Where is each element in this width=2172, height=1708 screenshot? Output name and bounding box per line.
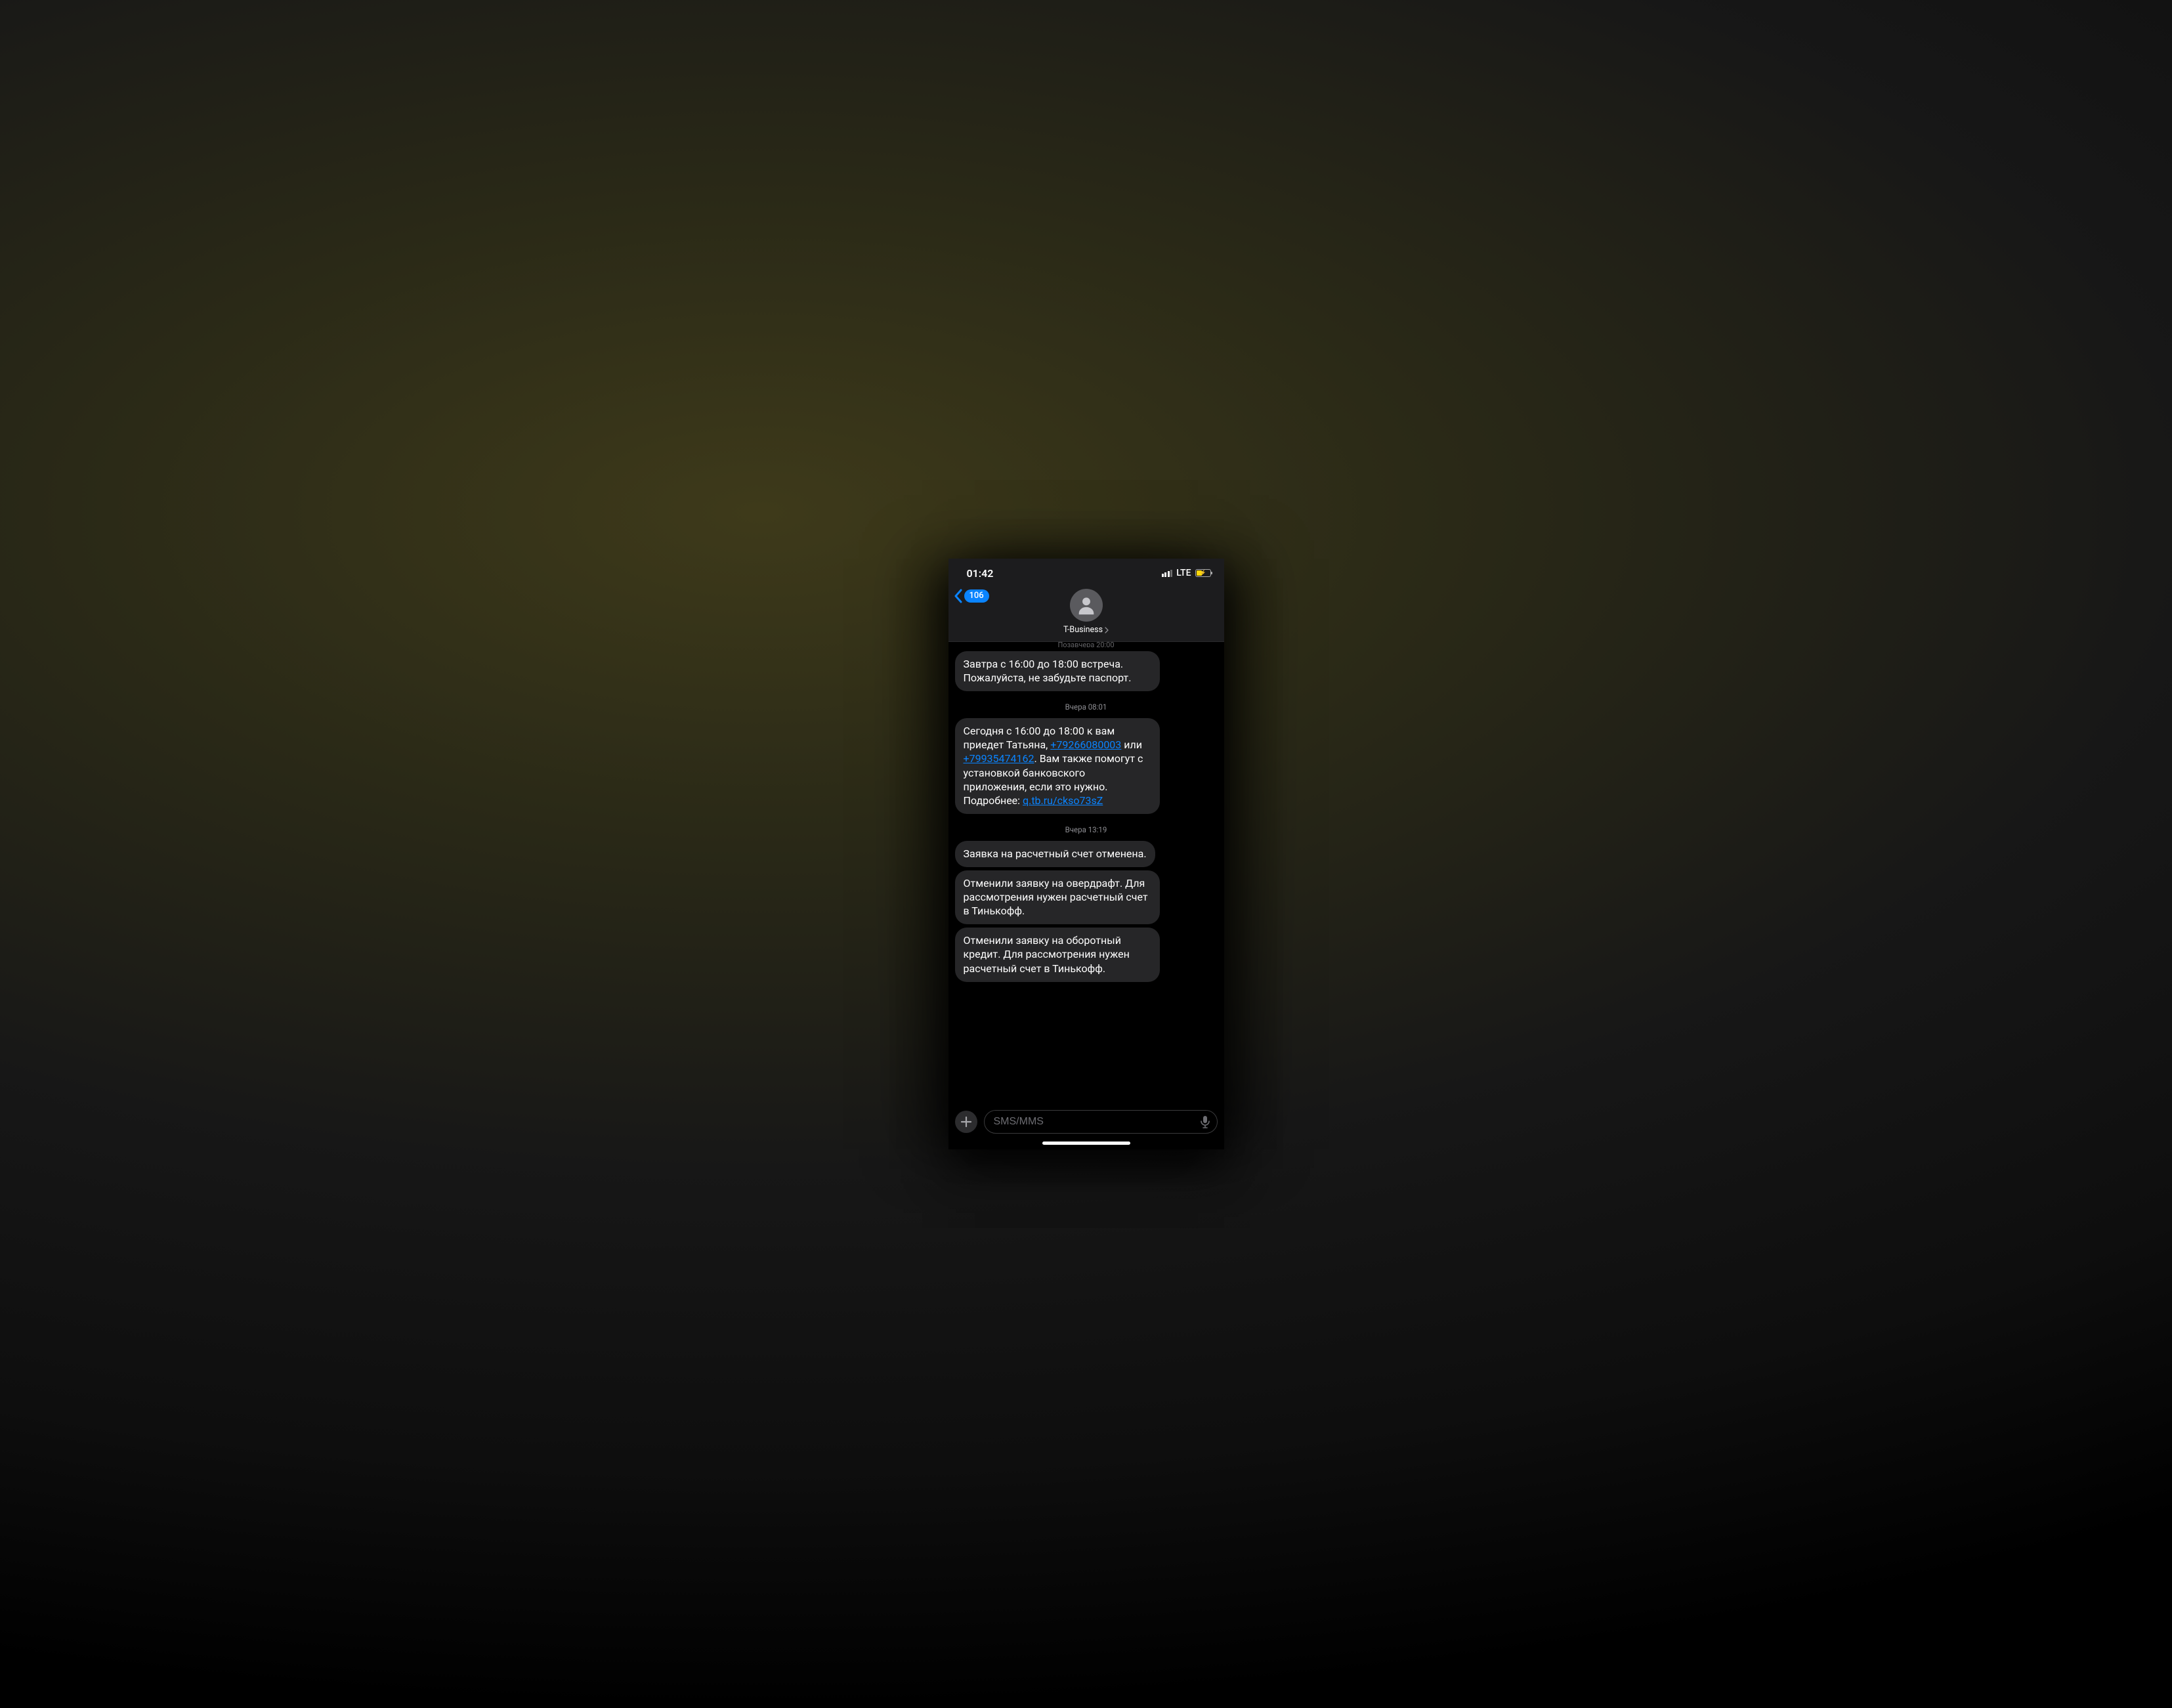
phone-frame: 01:42 LTE ⚡ 106 T-Business Позавчера 20:…	[948, 559, 1224, 1149]
status-bar: 01:42 LTE ⚡	[948, 559, 1224, 587]
timestamp-label: Позавчера 20:00	[955, 642, 1218, 647]
message-bubble[interactable]: Отменили заявку на оборотный кредит. Для…	[955, 928, 1160, 981]
message-link[interactable]: +79935474162	[964, 752, 1034, 765]
battery-icon: ⚡	[1195, 569, 1211, 577]
message-bubble[interactable]: Заявка на расчетный счет отменена.	[955, 841, 1155, 867]
plus-icon	[960, 1116, 972, 1128]
back-button[interactable]: 106	[954, 589, 989, 603]
person-icon	[1075, 594, 1097, 616]
add-attachment-button[interactable]	[955, 1111, 977, 1133]
message-input-container	[984, 1110, 1218, 1134]
message-bubble[interactable]: Отменили заявку на овердрафт. Для рассмо…	[955, 870, 1160, 924]
unread-count-badge: 106	[964, 589, 989, 603]
message-link[interactable]: +79266080003	[1050, 738, 1121, 751]
contact-name-button[interactable]: T-Business	[1063, 625, 1109, 635]
microphone-icon	[1200, 1115, 1210, 1128]
cellular-signal-icon	[1162, 570, 1173, 577]
chevron-right-icon	[1105, 627, 1109, 633]
message-bubble[interactable]: Завтра с 16:00 до 18:00 встреча. Пожалуй…	[955, 651, 1160, 691]
message-list[interactable]: Позавчера 20:00 Завтра с 16:00 до 18:00 …	[948, 642, 1224, 1106]
home-indicator[interactable]	[1042, 1142, 1130, 1145]
chevron-left-icon	[954, 589, 963, 603]
timestamp-label: Вчера 13:19	[955, 825, 1218, 834]
conversation-header: 106 T-Business	[948, 587, 1224, 642]
contact-name: T-Business	[1063, 625, 1103, 635]
message-bubble[interactable]: Сегодня с 16:00 до 18:00 к вам приедет Т…	[955, 718, 1160, 814]
compose-bar	[948, 1106, 1224, 1139]
status-time: 01:42	[967, 567, 994, 580]
message-input[interactable]	[994, 1116, 1200, 1128]
network-label: LTE	[1176, 568, 1191, 578]
message-link[interactable]: q.tb.ru/ckso73sZ	[1023, 794, 1103, 807]
status-right: LTE ⚡	[1162, 568, 1211, 578]
dictation-button[interactable]	[1200, 1115, 1210, 1128]
contact-avatar[interactable]	[1070, 589, 1103, 622]
timestamp-label: Вчера 08:01	[955, 702, 1218, 712]
